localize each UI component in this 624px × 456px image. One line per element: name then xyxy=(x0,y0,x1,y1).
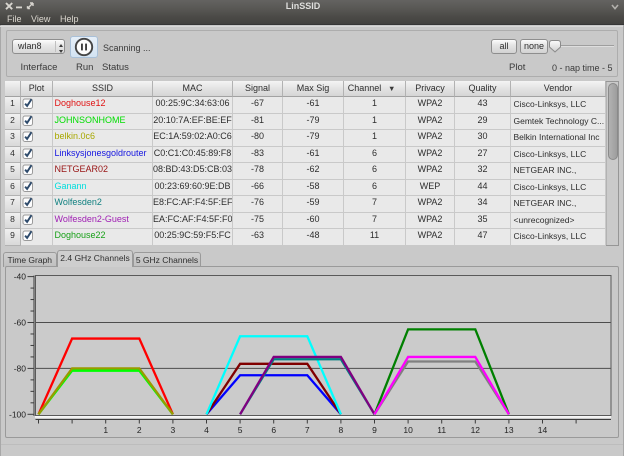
svg-text:-60: -60 xyxy=(14,318,27,328)
svg-text:13: 13 xyxy=(504,425,514,435)
svg-text:1: 1 xyxy=(103,425,108,435)
svg-text:-40: -40 xyxy=(14,272,27,282)
svg-text:4: 4 xyxy=(204,425,209,435)
svg-text:3: 3 xyxy=(171,425,176,435)
svg-text:11: 11 xyxy=(437,425,446,435)
svg-text:12: 12 xyxy=(471,425,481,435)
svg-text:7: 7 xyxy=(305,425,310,435)
svg-text:6: 6 xyxy=(271,425,276,435)
svg-text:8: 8 xyxy=(339,425,344,435)
svg-text:5: 5 xyxy=(238,425,243,435)
svg-text:-80: -80 xyxy=(14,363,27,373)
svg-text:-100: -100 xyxy=(9,409,26,419)
svg-text:2: 2 xyxy=(137,425,142,435)
svg-text:9: 9 xyxy=(372,425,377,435)
svg-text:14: 14 xyxy=(538,425,548,435)
svg-text:10: 10 xyxy=(403,425,413,435)
